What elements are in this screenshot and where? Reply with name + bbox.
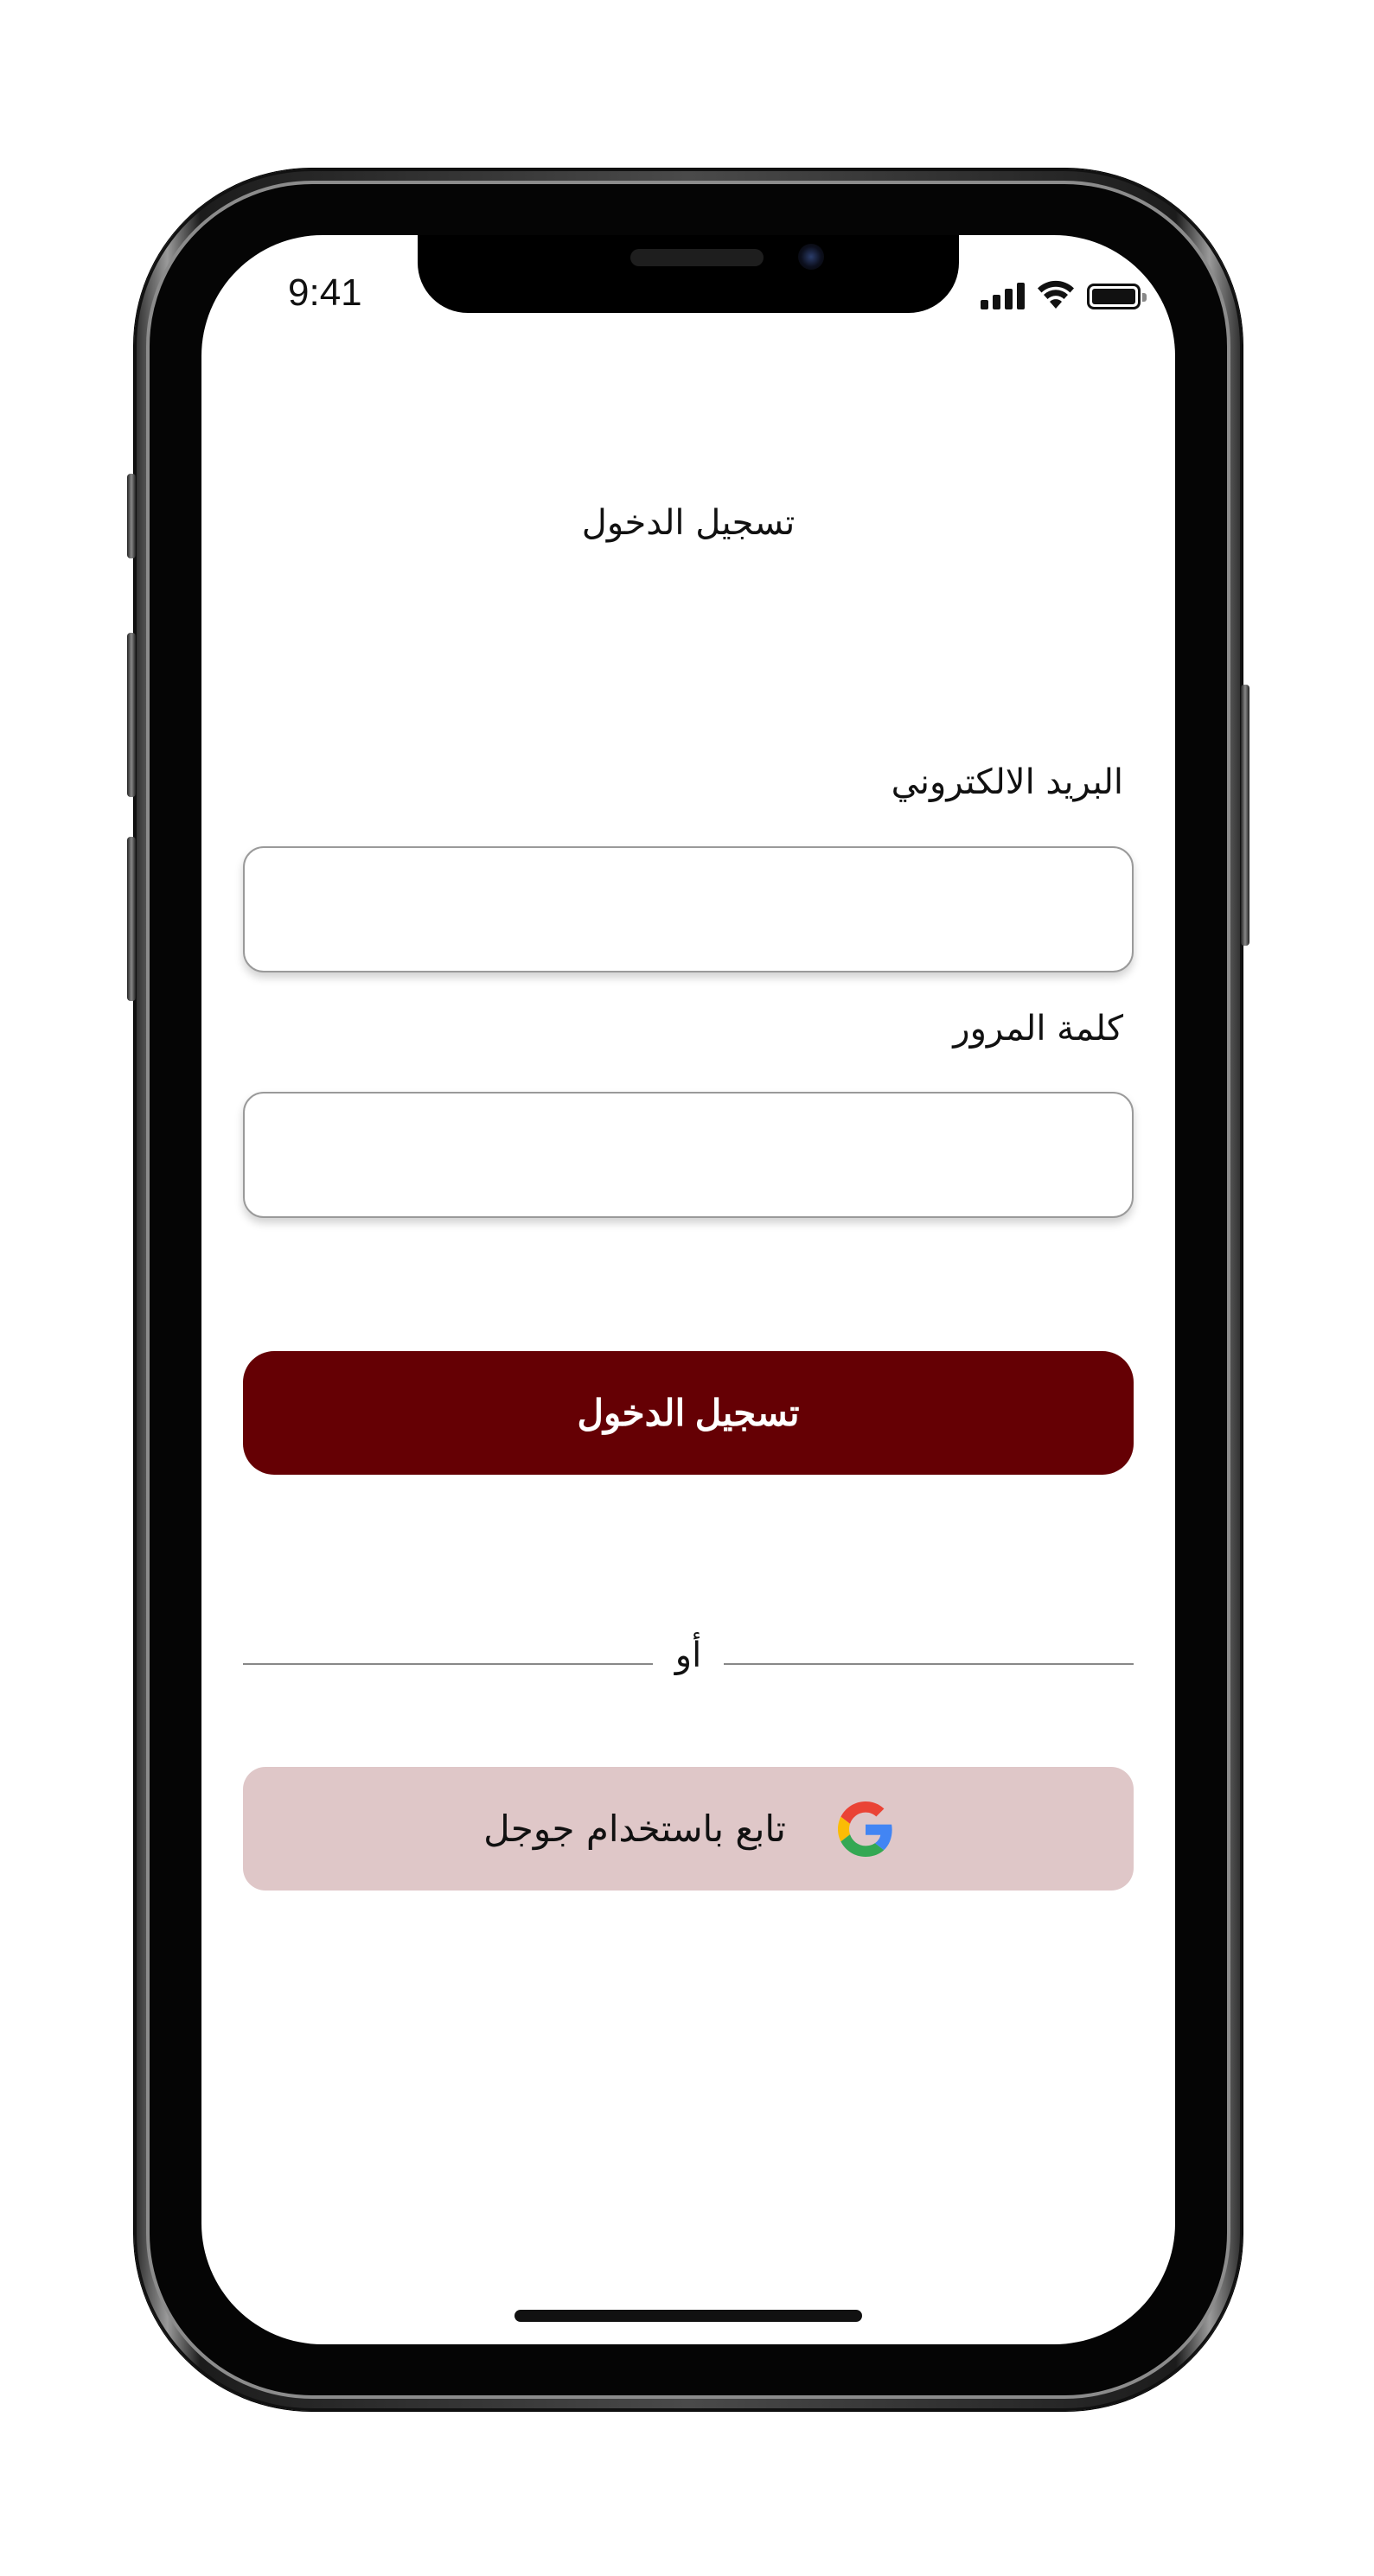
divider-line-right xyxy=(724,1663,1134,1665)
divider-line-left xyxy=(243,1663,653,1665)
volume-up-button xyxy=(127,633,136,797)
page-title: تسجيل الدخول xyxy=(581,503,796,543)
wifi-icon xyxy=(1038,280,1074,309)
status-icons xyxy=(981,280,1147,309)
email-field[interactable] xyxy=(243,846,1134,972)
stage: 9:41 تسجيل الدخول البريد الالكتروني كلمة… xyxy=(0,0,1374,2576)
cellular-signal-icon xyxy=(981,282,1025,309)
speaker-grille xyxy=(630,249,764,266)
notch xyxy=(418,235,959,313)
password-field[interactable] xyxy=(243,1092,1134,1218)
status-time: 9:41 xyxy=(288,271,362,314)
volume-down-button xyxy=(127,837,136,1001)
home-indicator[interactable] xyxy=(514,2310,862,2322)
google-signin-label: تابع باستخدام جوجل xyxy=(483,1808,786,1850)
silent-switch xyxy=(127,474,136,558)
divider-or: أو xyxy=(674,1636,702,1675)
login-button[interactable]: تسجيل الدخول xyxy=(243,1351,1134,1475)
google-logo-icon xyxy=(837,1801,892,1857)
google-signin-button[interactable]: تابع باستخدام جوجل xyxy=(243,1767,1134,1891)
power-button xyxy=(1241,685,1249,946)
battery-icon xyxy=(1087,284,1147,309)
screen: 9:41 تسجيل الدخول البريد الالكتروني كلمة… xyxy=(201,235,1175,2344)
email-label: البريد الالكتروني xyxy=(891,762,1123,802)
front-camera xyxy=(798,244,824,270)
password-label: كلمة المرور xyxy=(953,1009,1123,1049)
